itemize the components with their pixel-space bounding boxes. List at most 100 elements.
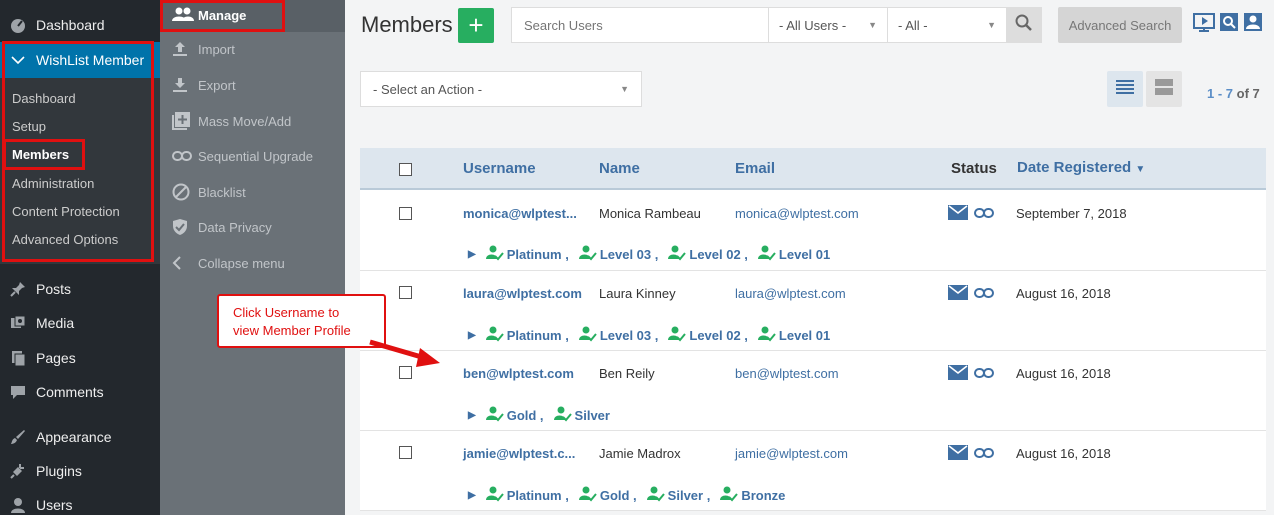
select-all-checkbox[interactable] <box>399 163 412 176</box>
callout-line: Click Username to <box>233 305 340 320</box>
dropdown-value: - All Users - <box>779 17 847 33</box>
level-tag[interactable]: Level 02 , <box>668 326 748 345</box>
nav-sequential-upgrade[interactable]: Sequential Upgrade <box>172 144 313 168</box>
user-check-icon <box>646 486 665 505</box>
column-email[interactable]: Email <box>735 160 775 177</box>
nav-export[interactable]: Export <box>172 73 236 97</box>
username-link[interactable]: ben@wlptest.com <box>463 366 574 381</box>
status-icons <box>948 285 994 305</box>
user-check-icon <box>757 326 776 345</box>
doc-search-icon[interactable] <box>1219 12 1239 32</box>
level-tag[interactable]: Silver <box>553 406 610 425</box>
bulk-action-select[interactable]: - Select an Action - ▼ <box>360 71 642 107</box>
email-icon[interactable] <box>948 445 968 465</box>
expand-arrow-icon[interactable]: ▶ <box>468 249 476 260</box>
sidebar-item-appearance[interactable]: Appearance <box>0 422 160 452</box>
link-icon[interactable] <box>974 206 994 224</box>
row-checkbox[interactable] <box>399 446 412 459</box>
email-link[interactable]: laura@wlptest.com <box>735 286 846 301</box>
membership-levels: ▶ Platinum , Gold , Silver , Bronze <box>468 486 785 505</box>
username-link[interactable]: laura@wlptest.com <box>463 286 582 301</box>
email-icon[interactable] <box>948 365 968 385</box>
page-header: Members + - All Users - ▼ - All - ▼ Adva… <box>345 0 1274 50</box>
level-tag[interactable]: Level 02 , <box>668 245 748 264</box>
advanced-search-button[interactable]: Advanced Search <box>1058 7 1182 43</box>
email-link[interactable]: monica@wlptest.com <box>735 206 859 221</box>
status-icons <box>948 205 994 225</box>
submenu-advanced-options[interactable]: Advanced Options <box>12 232 118 247</box>
level-name: Platinum , <box>506 488 569 503</box>
nav-import[interactable]: Import <box>172 37 235 61</box>
sidebar-item-wishlist[interactable]: WishList Member <box>0 42 160 78</box>
level-tag[interactable]: Level 03 , <box>578 245 658 264</box>
add-member-button[interactable]: + <box>458 8 494 43</box>
nav-collapse-menu[interactable]: Collapse menu <box>172 251 285 275</box>
nav-blacklist[interactable]: Blacklist <box>172 180 246 204</box>
nav-manage[interactable]: Manage <box>172 3 246 27</box>
sidebar-item-dashboard[interactable]: Dashboard <box>0 10 160 40</box>
level-tag[interactable]: Silver , <box>646 486 710 505</box>
level-tag[interactable]: Level 01 <box>757 326 830 345</box>
username-link[interactable]: jamie@wlptest.c... <box>463 446 575 461</box>
sidebar-item-label: WishList Member <box>36 52 145 68</box>
sidebar-item-posts[interactable]: Posts <box>0 274 160 304</box>
date-registered: September 7, 2018 <box>1016 206 1127 221</box>
table-row: laura@wlptest.com Laura Kinney laura@wlp… <box>360 271 1266 351</box>
level-tag[interactable]: Level 01 <box>757 245 830 264</box>
email-link[interactable]: jamie@wlptest.com <box>735 446 848 461</box>
column-name[interactable]: Name <box>599 160 640 177</box>
link-icon[interactable] <box>974 366 994 384</box>
expand-arrow-icon[interactable]: ▶ <box>468 330 476 341</box>
nav-mass-move[interactable]: Mass Move/Add <box>172 109 291 133</box>
sidebar-item-media[interactable]: Media <box>0 308 160 338</box>
level-tag[interactable]: Platinum , <box>485 486 569 505</box>
user-filter-dropdown[interactable]: - All Users - ▼ <box>768 7 888 43</box>
submenu-administration[interactable]: Administration <box>12 176 94 191</box>
search-input[interactable] <box>511 7 769 43</box>
header-icons <box>1193 12 1263 32</box>
level-tag[interactable]: Bronze <box>720 486 785 505</box>
sidebar-item-pages[interactable]: Pages <box>0 343 160 373</box>
email-link[interactable]: ben@wlptest.com <box>735 366 839 381</box>
expand-arrow-icon[interactable]: ▶ <box>468 490 476 501</box>
nav-data-privacy[interactable]: Data Privacy <box>172 215 272 239</box>
level-tag[interactable]: Gold , <box>578 486 637 505</box>
level-name: Bronze <box>741 488 786 503</box>
level-tag[interactable]: Level 03 , <box>578 326 659 345</box>
sidebar-item-label: Users <box>36 497 73 513</box>
video-tutorial-icon[interactable] <box>1193 12 1215 32</box>
submenu-members[interactable]: Members <box>12 147 69 162</box>
grid-view-button[interactable] <box>1146 71 1182 107</box>
row-checkbox[interactable] <box>399 286 412 299</box>
search-button[interactable] <box>1006 7 1042 43</box>
row-checkbox[interactable] <box>399 207 412 220</box>
submenu-dashboard[interactable]: Dashboard <box>12 91 76 106</box>
level-tag[interactable]: Platinum , <box>485 245 569 264</box>
membership-levels: ▶ Platinum , Level 03 , Level 02 , Level… <box>468 326 830 345</box>
list-view-icon <box>1115 79 1135 100</box>
pages-icon <box>0 350 36 366</box>
sort-desc-icon: ▼ <box>1135 164 1146 175</box>
link-icon[interactable] <box>974 446 994 464</box>
membership-levels: ▶ Gold , Silver <box>468 406 610 425</box>
submenu-setup[interactable]: Setup <box>12 119 46 134</box>
level-tag[interactable]: Platinum , <box>485 326 569 345</box>
submenu-content-protection[interactable]: Content Protection <box>12 204 120 219</box>
column-username[interactable]: Username <box>463 160 536 177</box>
username-link[interactable]: monica@wlptest... <box>463 206 577 221</box>
status-filter-dropdown[interactable]: - All - ▼ <box>887 7 1007 43</box>
email-icon[interactable] <box>948 205 968 225</box>
support-user-icon[interactable] <box>1243 12 1263 32</box>
link-icon[interactable] <box>974 286 994 304</box>
sidebar-item-users[interactable]: Users <box>0 490 160 515</box>
level-name: Level 03 , <box>599 328 659 343</box>
level-tag[interactable]: Gold , <box>485 406 544 425</box>
sidebar-item-plugins[interactable]: Plugins <box>0 456 160 486</box>
list-view-button[interactable] <box>1107 71 1143 107</box>
page-title: Members <box>361 12 453 37</box>
sidebar-item-comments[interactable]: Comments <box>0 377 160 407</box>
row-checkbox[interactable] <box>399 366 412 379</box>
column-date-registered[interactable]: Date Registered ▼ <box>1017 159 1145 176</box>
email-icon[interactable] <box>948 285 968 305</box>
expand-arrow-icon[interactable]: ▶ <box>468 410 476 421</box>
